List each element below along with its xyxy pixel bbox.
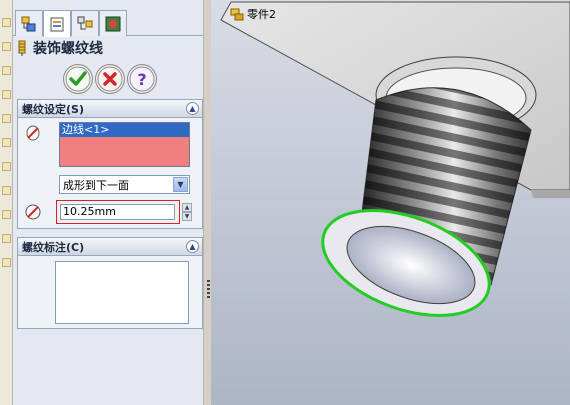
- property-manager-panel: 装饰螺纹线 ? 螺纹设定(S) ▲ 边线<1> 成形到下一面 ▼ 10.25mm…: [13, 0, 208, 405]
- thread-settings-title: 螺纹设定(S): [22, 102, 84, 116]
- feature-tree-item[interactable]: 零件2: [229, 6, 276, 22]
- part-name: 零件2: [247, 8, 276, 21]
- toolbar-feature-icon[interactable]: [2, 18, 11, 27]
- diameter-highlight-box: 10.25mm: [56, 200, 180, 224]
- left-toolbar-strip: [0, 0, 13, 405]
- panel-splitter[interactable]: [203, 0, 211, 405]
- cancel-x-icon: [97, 66, 123, 92]
- toolbar-feature-icon[interactable]: [2, 162, 11, 171]
- part-icon: [230, 8, 244, 21]
- thread-settings-group: 螺纹设定(S) ▲ 边线<1> 成形到下一面 ▼ 10.25mm ▲ ▼: [17, 99, 203, 229]
- tab-display-manager[interactable]: [99, 10, 127, 36]
- diameter-spinner[interactable]: ▲ ▼: [182, 203, 192, 221]
- cancel-button[interactable]: [96, 65, 124, 93]
- page-title: 装饰螺纹线: [33, 41, 103, 57]
- end-condition-value: 成形到下一面: [63, 178, 129, 192]
- ok-button[interactable]: [64, 65, 92, 93]
- spin-down-icon[interactable]: ▼: [182, 212, 192, 221]
- help-question-icon: ?: [129, 66, 155, 92]
- thread-callout-title: 螺纹标注(C): [22, 240, 85, 254]
- toolbar-feature-icon[interactable]: [2, 66, 11, 75]
- manager-tabs: [13, 8, 208, 37]
- property-manager-title: 装饰螺纹线: [17, 38, 103, 58]
- chevron-down-icon[interactable]: ▼: [173, 177, 188, 192]
- edge-selection-item[interactable]: 边线<1>: [60, 123, 189, 137]
- toolbar-feature-icon[interactable]: [2, 114, 11, 123]
- toolbar-feature-icon[interactable]: [2, 234, 11, 243]
- splitter-grip-icon[interactable]: [207, 280, 210, 298]
- toolbar-feature-icon[interactable]: [2, 90, 11, 99]
- end-condition-select[interactable]: 成形到下一面 ▼: [59, 175, 190, 194]
- thread-settings-header[interactable]: 螺纹设定(S) ▲: [18, 100, 202, 118]
- property-manager-icon: [50, 17, 64, 32]
- thread-callout-group: 螺纹标注(C) ▲: [17, 237, 203, 329]
- tab-property-manager[interactable]: [43, 10, 71, 37]
- toolbar-feature-icon[interactable]: [2, 138, 11, 147]
- svg-text:?: ?: [137, 70, 146, 89]
- toolbar-feature-icon[interactable]: [2, 42, 11, 51]
- edge-selection-box[interactable]: 边线<1>: [59, 122, 190, 167]
- graphics-viewport[interactable]: 零件2: [211, 0, 570, 405]
- toolbar-feature-icon[interactable]: [2, 258, 11, 267]
- collapse-icon[interactable]: ▲: [186, 240, 199, 253]
- help-button[interactable]: ?: [128, 65, 156, 93]
- solidworks-window: 装饰螺纹线 ? 螺纹设定(S) ▲ 边线<1> 成形到下一面 ▼ 10.25mm…: [0, 0, 570, 405]
- feature-manager-icon: [21, 16, 36, 31]
- edge-select-icon: [26, 125, 40, 141]
- diameter-icon: [25, 204, 41, 220]
- action-buttons: ?: [64, 65, 156, 93]
- toolbar-feature-icon[interactable]: [2, 186, 11, 195]
- display-manager-icon: [105, 16, 121, 31]
- diameter-input[interactable]: 10.25mm: [60, 204, 175, 220]
- tab-configuration-manager[interactable]: [71, 10, 99, 36]
- part-3d-model[interactable]: [211, 0, 570, 405]
- toolbar-feature-icon[interactable]: [2, 210, 11, 219]
- thread-callout-textarea[interactable]: [55, 261, 189, 324]
- configuration-manager-icon: [77, 16, 93, 29]
- thread-callout-header[interactable]: 螺纹标注(C) ▲: [18, 238, 202, 256]
- tab-feature-manager[interactable]: [15, 10, 43, 36]
- spin-up-icon[interactable]: ▲: [182, 203, 192, 212]
- collapse-icon[interactable]: ▲: [186, 102, 199, 115]
- cosmetic-thread-icon: [18, 40, 26, 56]
- ok-check-icon: [65, 66, 91, 92]
